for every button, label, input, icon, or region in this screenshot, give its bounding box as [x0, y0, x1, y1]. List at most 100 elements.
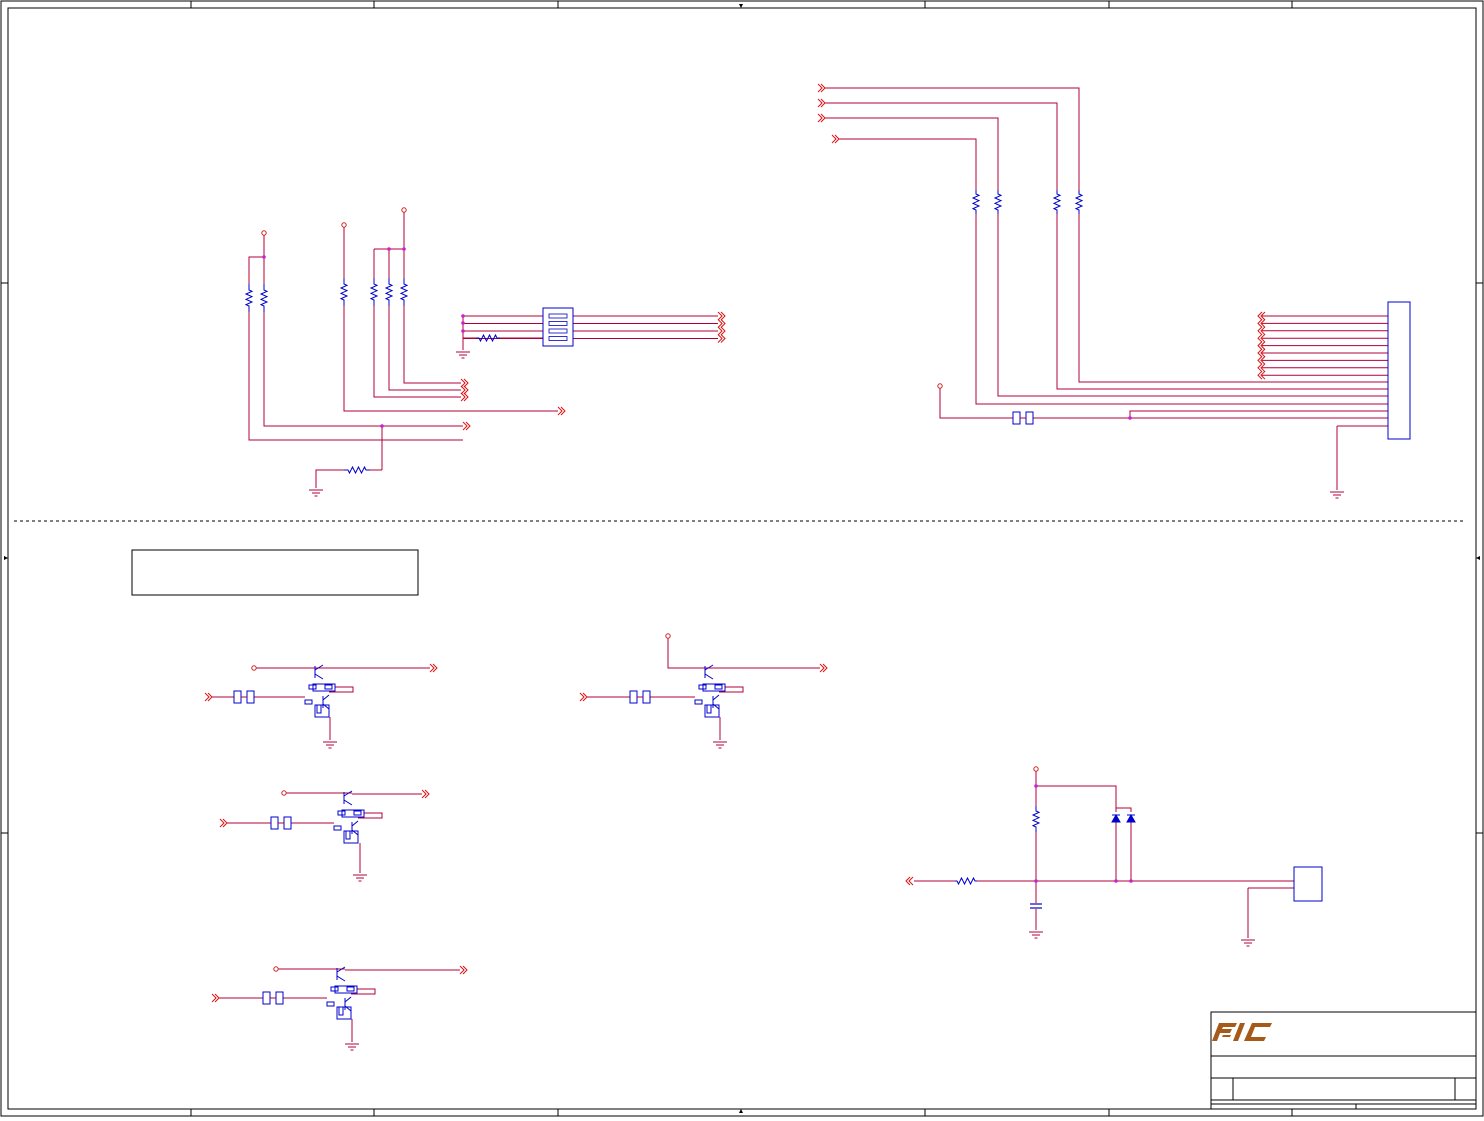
- connector-icon: [1293, 866, 1323, 902]
- wire: [403, 306, 461, 384]
- transistor-leg: [712, 694, 720, 701]
- transistor-leg: [322, 694, 330, 701]
- small-resistor: [338, 1006, 344, 1016]
- resistor-icon: [384, 278, 394, 306]
- net-label-arrow-icon: [717, 311, 726, 321]
- small-resistor: [706, 704, 712, 714]
- junction-dot: [1034, 784, 1038, 788]
- capacitor-icon: [1030, 903, 1042, 909]
- small-resistor: [333, 825, 342, 831]
- arrow-chevron: [717, 311, 723, 321]
- ground-icon: [713, 741, 727, 749]
- resistor-icon: [339, 278, 349, 306]
- power-pin-icon: [261, 230, 267, 236]
- arrow-chevron: [817, 113, 823, 123]
- arrow-chevron: [219, 818, 225, 828]
- wire: [388, 306, 461, 391]
- connector-icon: [1387, 301, 1411, 440]
- ground-icon: [1330, 491, 1344, 499]
- junction-dot: [1034, 879, 1038, 883]
- arrow-chevron: [204, 692, 210, 702]
- net-label-arrow-icon: [462, 421, 471, 431]
- net-label-arrow-icon: [817, 113, 826, 123]
- arrow-chevron: [817, 98, 823, 108]
- transistor-leg: [314, 673, 324, 680]
- dip-switch-lever: [548, 336, 568, 341]
- jumper-half: [270, 816, 279, 830]
- wires-layer: [212, 87, 1388, 1042]
- net-label-arrow-icon: [219, 818, 228, 828]
- jumper-half: [642, 690, 651, 704]
- resistor-icon: [1052, 190, 1062, 214]
- power-pin-icon: [1033, 766, 1039, 772]
- resistor-icon: [244, 284, 254, 312]
- dip-switch-lever: [548, 313, 568, 319]
- power-pin-icon: [401, 207, 407, 213]
- transistor-leg: [344, 996, 352, 1003]
- wire: [248, 312, 463, 441]
- diode-body: [1111, 813, 1121, 823]
- transistor-stage: [304, 664, 336, 718]
- ground-icon: [456, 351, 470, 359]
- wire: [1036, 785, 1117, 812]
- junction-dot: [1114, 879, 1118, 883]
- small-resistor: [694, 699, 703, 705]
- arrow-chevron: [459, 965, 465, 975]
- drawing-frame: [0, 0, 1484, 1117]
- arrow-chevron: [211, 993, 217, 1003]
- center-arrows: [4, 4, 1480, 1113]
- jumper-half: [233, 690, 242, 704]
- arrow-chevron: [717, 319, 723, 328]
- jumper-icon: [262, 991, 284, 1005]
- arrow-chevron: [831, 134, 837, 144]
- small-resistor: [346, 986, 355, 992]
- resistor-icon: [993, 190, 1003, 214]
- net-label-arrow-icon: [429, 663, 438, 673]
- junction-dot: [387, 247, 391, 251]
- power-pin-icon: [251, 665, 257, 671]
- ground-icon: [309, 489, 323, 497]
- small-resistor: [345, 830, 351, 840]
- net-label-arrow-icon: [460, 392, 469, 402]
- arrow-chevron: [462, 421, 468, 431]
- junction-dot: [1129, 879, 1133, 883]
- net-label-arrow-icon: [421, 789, 430, 799]
- arrow-chevron: [717, 326, 723, 336]
- resistor-icon: [369, 278, 379, 306]
- wire: [263, 312, 463, 427]
- wire: [1056, 214, 1388, 390]
- jumper-half: [275, 991, 284, 1005]
- jumper-half: [262, 991, 271, 1005]
- arrow-chevron: [908, 876, 914, 886]
- net-label-arrow-icon: [817, 98, 826, 108]
- wire: [343, 306, 558, 412]
- wire: [667, 638, 713, 669]
- wire: [825, 102, 1058, 190]
- resistor-icon: [1074, 190, 1084, 214]
- net-label-arrow-icon: [204, 692, 213, 702]
- diode-icon: [1111, 813, 1121, 823]
- resistor-icon: [1031, 806, 1041, 832]
- transistor-stage: [694, 664, 726, 718]
- schematic-canvas: [0, 0, 1484, 1117]
- junction-dot: [262, 255, 266, 259]
- net-label-arrow-icon: [717, 334, 726, 343]
- net-label-arrow-icon: [819, 663, 828, 673]
- ground-icon: [323, 741, 337, 749]
- net-label-arrow-icon: [579, 692, 588, 702]
- net-label-arrow-icon: [557, 406, 566, 416]
- wire: [248, 256, 264, 284]
- resistor-icon: [971, 190, 981, 214]
- small-resistor: [304, 699, 313, 705]
- small-resistor: [714, 684, 723, 690]
- junction-dot: [402, 247, 406, 251]
- wire: [1078, 214, 1388, 383]
- arrow-chevron: [717, 334, 723, 343]
- transistor-stage: [333, 790, 365, 844]
- ground-icon: [1029, 931, 1043, 939]
- arrow-chevron: [557, 406, 563, 416]
- junction-dot: [380, 424, 384, 428]
- power-pin-icon: [273, 966, 279, 972]
- schematic-sheet: [0, 0, 1484, 1117]
- net-label-arrow-icon: [717, 319, 726, 328]
